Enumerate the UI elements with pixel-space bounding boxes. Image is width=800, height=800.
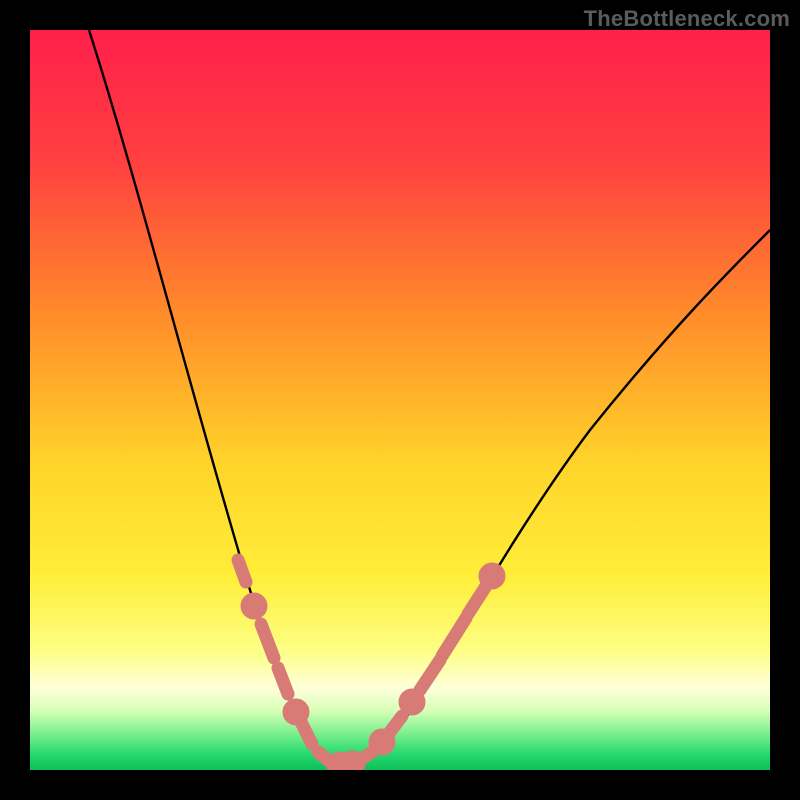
chart-plot <box>30 30 770 770</box>
bottleneck-curve <box>89 30 770 766</box>
marker-group <box>238 560 499 770</box>
chart-frame <box>30 30 770 770</box>
watermark-text: TheBottleneck.com <box>584 6 790 32</box>
